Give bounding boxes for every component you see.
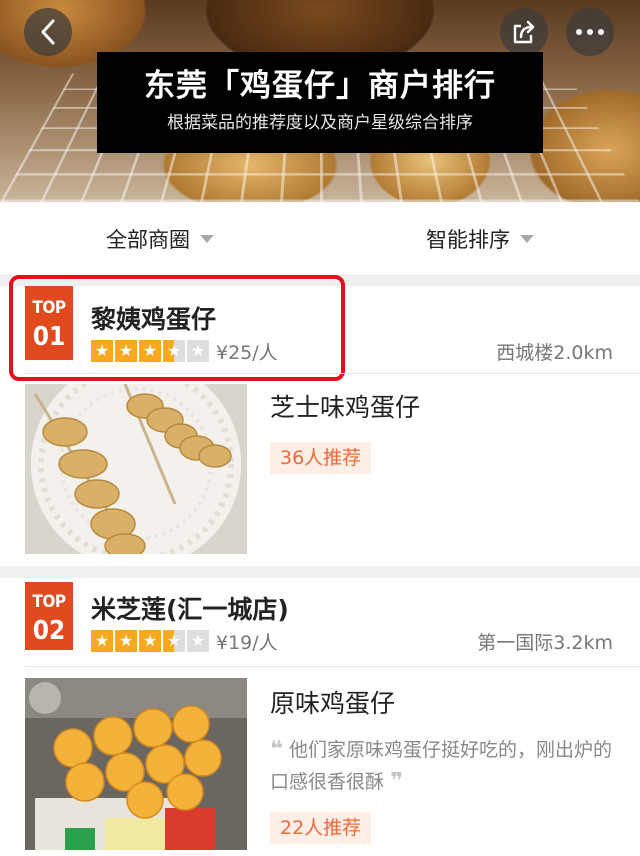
rank-badge: TOP 02 xyxy=(25,582,73,650)
filter-bar: 全部商圈 智能排序 xyxy=(0,202,640,276)
review-snippet: ❝ 他们家原味鸡蛋仔挺好吃的，刚出炉的口感很香很酥 ❞ xyxy=(270,734,620,798)
recommend-badge: 36人推荐 xyxy=(270,442,372,474)
quote-close-icon: ❞ xyxy=(390,769,403,794)
shop-card[interactable]: TOP 02 米芝莲(汇一城店) ★ ★ ★ ★ ★ ¥19/人 第一国际3.2… xyxy=(0,578,640,856)
page-title: 东莞「鸡蛋仔」商户排行 xyxy=(144,68,496,104)
caret-down-icon xyxy=(200,234,214,243)
more-button[interactable] xyxy=(566,8,614,56)
star-rating: ★ ★ ★ ★ ★ xyxy=(91,630,211,652)
dish-name[interactable]: 原味鸡蛋仔 xyxy=(270,684,395,720)
sort-filter-label: 智能排序 xyxy=(426,227,510,252)
divider xyxy=(25,373,640,374)
back-button[interactable] xyxy=(24,8,72,56)
area-filter-label: 全部商圈 xyxy=(106,227,190,252)
share-button[interactable] xyxy=(500,8,548,56)
shop-distance: 第一国际3.2km xyxy=(477,632,613,654)
star-icon: ★ xyxy=(91,630,113,652)
recommend-badge: 22人推荐 xyxy=(270,812,372,844)
review-text: 他们家原味鸡蛋仔挺好吃的，刚出炉的口感很香很酥 xyxy=(270,739,612,793)
area-filter-dropdown[interactable]: 全部商圈 xyxy=(0,202,320,275)
cheese-egg-waffle-photo xyxy=(25,384,247,554)
header-banner: 东莞「鸡蛋仔」商户排行 根据菜品的推荐度以及商户星级综合排序 xyxy=(0,0,640,202)
ranking-title-box: 东莞「鸡蛋仔」商户排行 根据菜品的推荐度以及商户星级综合排序 xyxy=(97,52,543,153)
sort-filter-dropdown[interactable]: 智能排序 xyxy=(320,202,640,275)
shop-header[interactable]: TOP 02 米芝莲(汇一城店) ★ ★ ★ ★ ★ ¥19/人 第一国际3.2… xyxy=(0,578,640,665)
dish-photo[interactable] xyxy=(25,678,247,850)
star-icon: ★ xyxy=(139,630,161,652)
share-icon xyxy=(513,20,535,44)
caret-down-icon xyxy=(520,234,534,243)
shop-distance: 西城楼2.0km xyxy=(496,342,613,364)
page-subtitle: 根据菜品的推荐度以及商户星级综合排序 xyxy=(167,113,473,133)
avg-price: ¥19/人 xyxy=(216,632,278,654)
quote-open-icon: ❝ xyxy=(270,737,283,762)
rank-badge-label: TOP xyxy=(32,592,66,612)
dish-name[interactable]: 芝士味鸡蛋仔 xyxy=(270,388,420,424)
star-empty-icon: ★ xyxy=(187,630,209,652)
chevron-left-icon xyxy=(41,19,55,45)
shop-name[interactable]: 米芝莲(汇一城店) xyxy=(91,590,289,626)
star-half-icon: ★ xyxy=(163,630,185,652)
more-dots-icon xyxy=(576,29,604,35)
star-icon: ★ xyxy=(115,630,137,652)
rank-badge-number: 02 xyxy=(32,616,66,646)
original-egg-waffle-photo xyxy=(25,678,247,850)
shop-card[interactable]: TOP 01 黎姨鸡蛋仔 ★ ★ ★ ★ ★ ¥25/人 西城楼2.0km 芝士… xyxy=(0,275,640,566)
highlight-box xyxy=(9,275,345,381)
shop-header[interactable]: TOP 01 黎姨鸡蛋仔 ★ ★ ★ ★ ★ ¥25/人 西城楼2.0km xyxy=(0,275,640,381)
divider xyxy=(25,666,640,667)
dish-photo[interactable] xyxy=(25,384,247,554)
